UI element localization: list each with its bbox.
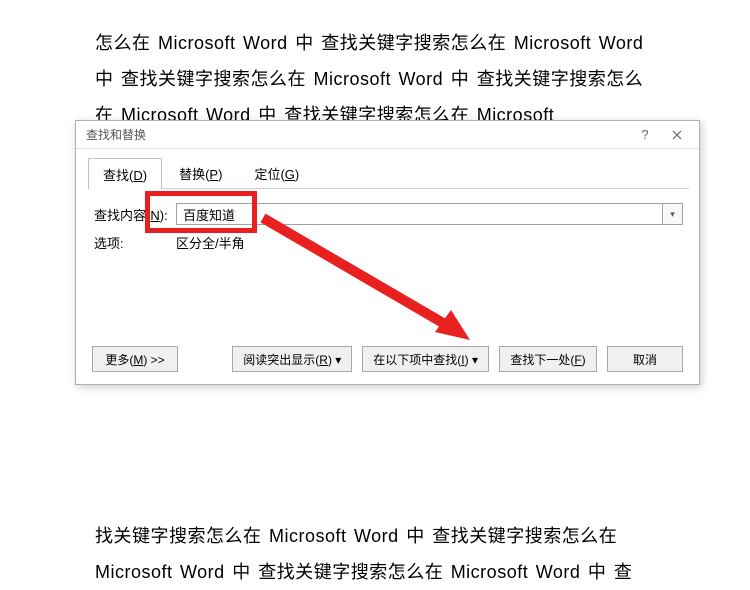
options-value: 区分全/半角 <box>176 233 245 252</box>
close-icon <box>672 130 682 140</box>
find-in-button[interactable]: 在以下项中查找(I) ▾ <box>362 346 489 372</box>
find-what-label: 查找内容(N): <box>94 205 176 224</box>
find-next-button[interactable]: 查找下一处(F) <box>499 346 597 372</box>
dialog-title: 查找和替换 <box>86 126 629 143</box>
find-history-dropdown[interactable]: ▾ <box>663 203 683 225</box>
cancel-button[interactable]: 取消 <box>607 346 683 372</box>
document-body-top: 怎么在 Microsoft Word 中 查找关键字搜索怎么在 Microsof… <box>0 0 750 133</box>
dialog-tabs: 查找(D) 替换(P) 定位(G) <box>88 157 689 189</box>
chevron-down-icon: ▾ <box>670 209 675 220</box>
dialog-button-row: 更多(M) >> 阅读突出显示(R) ▾ 在以下项中查找(I) ▾ 查找下一处(… <box>92 346 683 372</box>
tab-find[interactable]: 查找(D) <box>88 158 162 189</box>
close-button[interactable] <box>661 123 693 147</box>
options-label: 选项: <box>94 233 176 252</box>
more-button[interactable]: 更多(M) >> <box>92 346 178 372</box>
find-replace-dialog: 查找和替换 ? 查找(D) 替换(P) 定位(G) 查找内容(N): ▾ <box>75 120 700 385</box>
find-what-input[interactable] <box>176 203 663 225</box>
dialog-titlebar[interactable]: 查找和替换 ? <box>76 121 699 149</box>
dialog-content: 查找内容(N): ▾ 选项: 区分全/半角 <box>76 189 699 252</box>
document-body-bottom: 找关键字搜索怎么在 Microsoft Word 中 查找关键字搜索怎么在 Mi… <box>0 518 750 590</box>
tab-replace[interactable]: 替换(P) <box>164 157 237 188</box>
tab-goto[interactable]: 定位(G) <box>239 157 314 188</box>
help-button[interactable]: ? <box>629 123 661 147</box>
reading-highlight-button[interactable]: 阅读突出显示(R) ▾ <box>232 346 352 372</box>
help-icon: ? <box>641 127 648 142</box>
